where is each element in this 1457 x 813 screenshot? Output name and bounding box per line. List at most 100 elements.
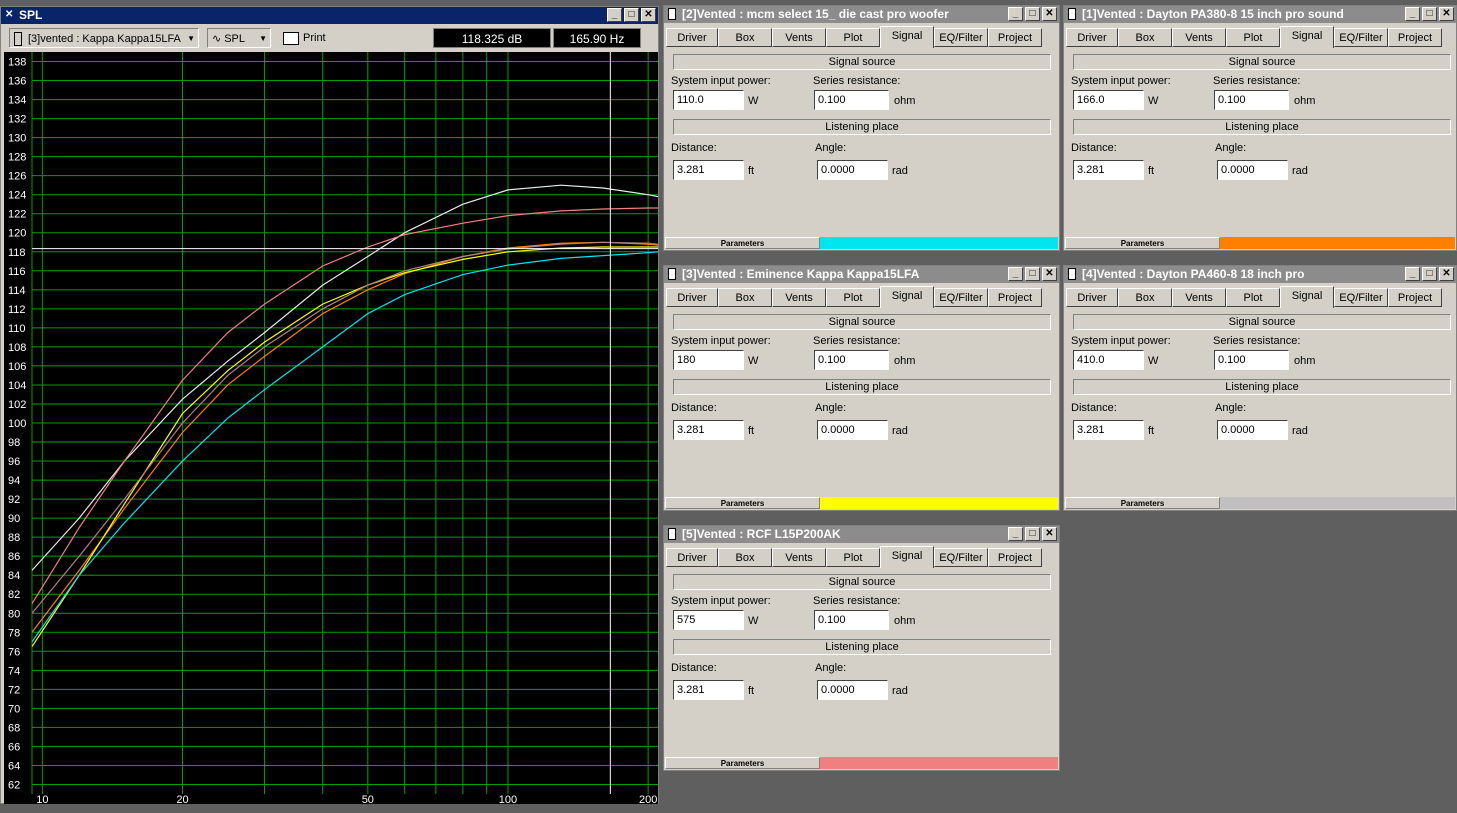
driver-color-swatch	[1220, 497, 1455, 509]
series-resistance-label: Series resistance:	[813, 335, 901, 347]
panel-titlebar[interactable]: [5]Vented : RCF L15P200AK _ □ ✕	[664, 526, 1059, 543]
tab-driver[interactable]: Driver	[666, 548, 718, 567]
distance-unit-label: ft	[748, 425, 755, 437]
tab-project[interactable]: Project	[988, 288, 1042, 307]
tab-plot[interactable]: Plot	[826, 548, 880, 567]
spl-titlebar[interactable]: ✕ SPL _ □ ✕	[1, 7, 658, 24]
series-resistance-input[interactable]: 0.100	[814, 350, 889, 370]
series-line	[31, 241, 658, 633]
angle-input[interactable]: 0.0000	[1217, 420, 1288, 440]
tab-vents[interactable]: Vents	[772, 548, 826, 567]
maximize-button[interactable]: □	[1422, 7, 1437, 21]
tab-box[interactable]: Box	[1118, 28, 1172, 47]
y-tick-label: 76	[8, 646, 20, 658]
system-input-power-input[interactable]: 180	[673, 350, 744, 370]
maximize-button[interactable]: □	[1025, 7, 1040, 21]
minimize-button[interactable]: _	[1008, 7, 1023, 21]
angle-input[interactable]: 0.0000	[817, 680, 888, 700]
close-button[interactable]: ✕	[1042, 267, 1057, 281]
y-tick-label: 102	[8, 399, 26, 411]
driver-select[interactable]: [3]vented : Kappa Kappa15LFA ▼	[9, 28, 199, 48]
angle-unit-label: rad	[892, 685, 908, 697]
maximize-button[interactable]: □	[1025, 267, 1040, 281]
print-button[interactable]: Print	[281, 28, 343, 48]
spl-plot[interactable]: 62 64 66 68 70 72 74 76 78 80 82 84 86 88 90 92 94 96 98 10…	[4, 52, 658, 804]
tab-plot[interactable]: Plot	[826, 288, 880, 307]
tab-vents[interactable]: Vents	[772, 28, 826, 47]
tab-project[interactable]: Project	[1388, 28, 1442, 47]
tab-box[interactable]: Box	[1118, 288, 1172, 307]
signal-source-group: Signal source	[673, 54, 1051, 70]
maximize-button[interactable]: □	[624, 8, 639, 22]
minimize-button[interactable]: _	[1405, 7, 1420, 21]
mode-select[interactable]: ∿ SPL ▼	[207, 28, 271, 48]
system-input-power-input[interactable]: 110.0	[673, 90, 744, 110]
tab-project[interactable]: Project	[988, 28, 1042, 47]
maximize-button[interactable]: □	[1422, 267, 1437, 281]
tab-driver[interactable]: Driver	[1066, 28, 1118, 47]
tab-vents[interactable]: Vents	[1172, 28, 1226, 47]
tab-signal[interactable]: Signal	[1280, 26, 1334, 48]
panel-tabs: Driver Box Vents Plot Signal EQ/Filter Project	[666, 546, 1042, 568]
distance-input[interactable]: 3.281	[673, 680, 744, 700]
distance-input[interactable]: 3.281	[1073, 420, 1144, 440]
distance-input[interactable]: 3.281	[673, 160, 744, 180]
tab-eqfilter[interactable]: EQ/Filter	[934, 28, 988, 47]
tab-eqfilter[interactable]: EQ/Filter	[1334, 28, 1388, 47]
panel-titlebar[interactable]: [4]Vented : Dayton PA460-8 18 inch pro _…	[1064, 266, 1456, 283]
distance-input[interactable]: 3.281	[673, 420, 744, 440]
angle-input[interactable]: 0.0000	[817, 160, 888, 180]
tab-driver[interactable]: Driver	[666, 28, 718, 47]
tab-vents[interactable]: Vents	[1172, 288, 1226, 307]
system-input-power-input[interactable]: 166.0	[1073, 90, 1144, 110]
system-input-power-input[interactable]: 575	[673, 610, 744, 630]
panel-titlebar[interactable]: [2]Vented : mcm select 15_ die cast pro …	[664, 6, 1059, 23]
series-resistance-input[interactable]: 0.100	[814, 610, 889, 630]
tab-eqfilter[interactable]: EQ/Filter	[934, 548, 988, 567]
angle-input[interactable]: 0.0000	[1217, 160, 1288, 180]
tab-box[interactable]: Box	[718, 288, 772, 307]
tab-signal[interactable]: Signal	[880, 286, 934, 308]
panel-titlebar[interactable]: [3]Vented : Eminence Kappa Kappa15LFA _ …	[664, 266, 1059, 283]
panel-statusbar: Parameters	[1065, 497, 1455, 509]
tab-project[interactable]: Project	[1388, 288, 1442, 307]
minimize-button[interactable]: _	[1405, 267, 1420, 281]
system-input-power-input[interactable]: 410.0	[1073, 350, 1144, 370]
distance-input[interactable]: 3.281	[1073, 160, 1144, 180]
close-button[interactable]: ✕	[1042, 7, 1057, 21]
tab-plot[interactable]: Plot	[1226, 28, 1280, 47]
tab-eqfilter[interactable]: EQ/Filter	[1334, 288, 1388, 307]
tab-project[interactable]: Project	[988, 548, 1042, 567]
y-tick-label: 112	[8, 304, 26, 316]
tab-signal[interactable]: Signal	[1280, 286, 1334, 308]
series-line	[31, 246, 658, 647]
spl-chart[interactable]: 62 64 66 68 70 72 74 76 78 80 82 84 86 88 90 92 94 96 98 10…	[4, 52, 658, 804]
tab-vents[interactable]: Vents	[772, 288, 826, 307]
close-button[interactable]: ✕	[1042, 527, 1057, 541]
y-tick-label: 78	[8, 627, 20, 639]
tab-plot[interactable]: Plot	[1226, 288, 1280, 307]
maximize-button[interactable]: □	[1025, 527, 1040, 541]
close-button[interactable]: ✕	[1439, 7, 1454, 21]
series-resistance-input[interactable]: 0.100	[1214, 90, 1289, 110]
angle-input[interactable]: 0.0000	[817, 420, 888, 440]
y-tick-label: 124	[8, 190, 26, 202]
tab-box[interactable]: Box	[718, 28, 772, 47]
tab-signal[interactable]: Signal	[880, 26, 934, 48]
minimize-button[interactable]: _	[1008, 527, 1023, 541]
tab-driver[interactable]: Driver	[1066, 288, 1118, 307]
y-tick-label: 62	[8, 779, 20, 791]
series-resistance-input[interactable]: 0.100	[1214, 350, 1289, 370]
tab-eqfilter[interactable]: EQ/Filter	[934, 288, 988, 307]
tab-plot[interactable]: Plot	[826, 28, 880, 47]
minimize-button[interactable]: _	[607, 8, 622, 22]
minimize-button[interactable]: _	[1008, 267, 1023, 281]
series-resistance-input[interactable]: 0.100	[814, 90, 889, 110]
panel-titlebar[interactable]: [1]Vented : Dayton PA380-8 15 inch pro s…	[1064, 6, 1456, 23]
tab-driver[interactable]: Driver	[666, 288, 718, 307]
tab-box[interactable]: Box	[718, 548, 772, 567]
y-tick-label: 130	[8, 133, 26, 145]
tab-signal[interactable]: Signal	[880, 546, 934, 568]
close-button[interactable]: ✕	[641, 8, 656, 22]
close-button[interactable]: ✕	[1439, 267, 1454, 281]
